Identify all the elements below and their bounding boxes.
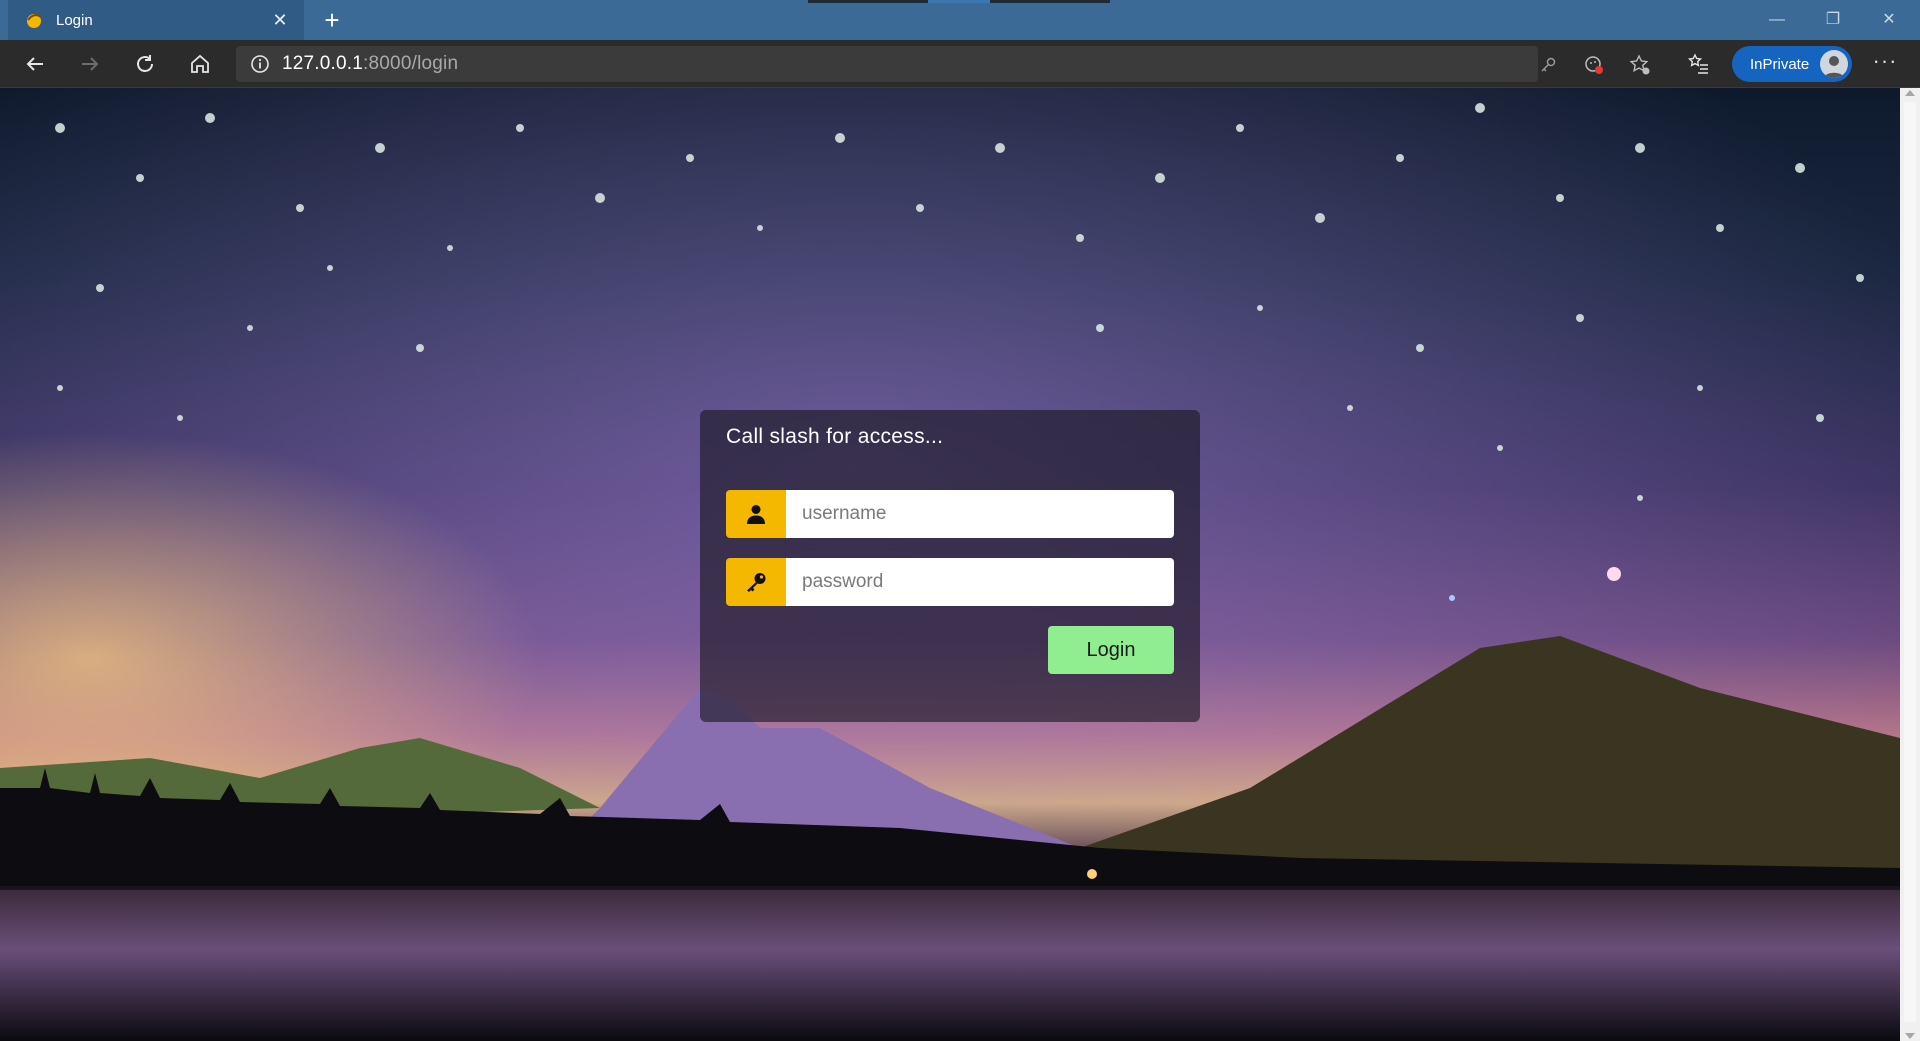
scroll-up-icon[interactable]	[1905, 90, 1915, 96]
tab-favicon-icon	[27, 14, 42, 28]
key-icon[interactable]	[1536, 54, 1560, 76]
scrollbar-thumb[interactable]	[1904, 102, 1916, 1022]
url-text: 127.0.0.1:8000/login	[282, 53, 458, 75]
minimize-icon[interactable]: —	[1754, 4, 1800, 36]
login-button[interactable]: Login	[1048, 626, 1174, 674]
username-field	[726, 490, 1174, 538]
refresh-icon[interactable]	[128, 48, 162, 80]
vertical-scrollbar[interactable]	[1900, 88, 1920, 1041]
password-field	[726, 558, 1174, 606]
browser-tab-login[interactable]: Login ✕	[8, 0, 304, 40]
browser-toolbar: 127.0.0.1:8000/login InPrivate ···	[0, 40, 1920, 88]
username-input[interactable]	[786, 490, 1174, 538]
new-tab-icon[interactable]: +	[318, 6, 346, 34]
tracking-prevention-icon[interactable]	[1582, 54, 1606, 76]
inprivate-label: InPrivate	[1750, 55, 1810, 73]
forward-icon[interactable]	[73, 48, 107, 80]
home-icon[interactable]	[183, 48, 217, 80]
favorites-icon[interactable]	[1682, 48, 1716, 80]
password-input[interactable]	[786, 558, 1174, 606]
tab-title: Login	[56, 11, 93, 29]
url-path: :8000/login	[363, 53, 459, 74]
url-host: 127.0.0.1	[282, 53, 364, 74]
user-icon	[726, 490, 786, 538]
key-icon-password	[726, 558, 786, 606]
back-icon[interactable]	[18, 48, 52, 80]
address-bar[interactable]: 127.0.0.1:8000/login	[236, 46, 1650, 82]
page-viewport: Call slash for access... Login	[0, 88, 1900, 1041]
tab-close-icon[interactable]: ✕	[270, 10, 290, 30]
site-info-icon[interactable]	[250, 54, 270, 74]
login-title: Call slash for access...	[726, 425, 944, 448]
title-drag-strip	[808, 0, 1110, 3]
inprivate-button[interactable]: InPrivate	[1732, 46, 1852, 82]
login-card: Call slash for access... Login	[700, 410, 1200, 722]
more-menu-icon[interactable]: ···	[1868, 48, 1902, 80]
scroll-down-icon[interactable]	[1905, 1033, 1915, 1039]
window-close-icon[interactable]: ✕	[1866, 4, 1912, 36]
add-favorite-icon[interactable]	[1628, 54, 1652, 76]
title-bar: Login ✕ + — ❐ ✕	[0, 0, 1920, 40]
restore-icon[interactable]: ❐	[1810, 4, 1856, 36]
profile-avatar-icon	[1820, 50, 1848, 78]
